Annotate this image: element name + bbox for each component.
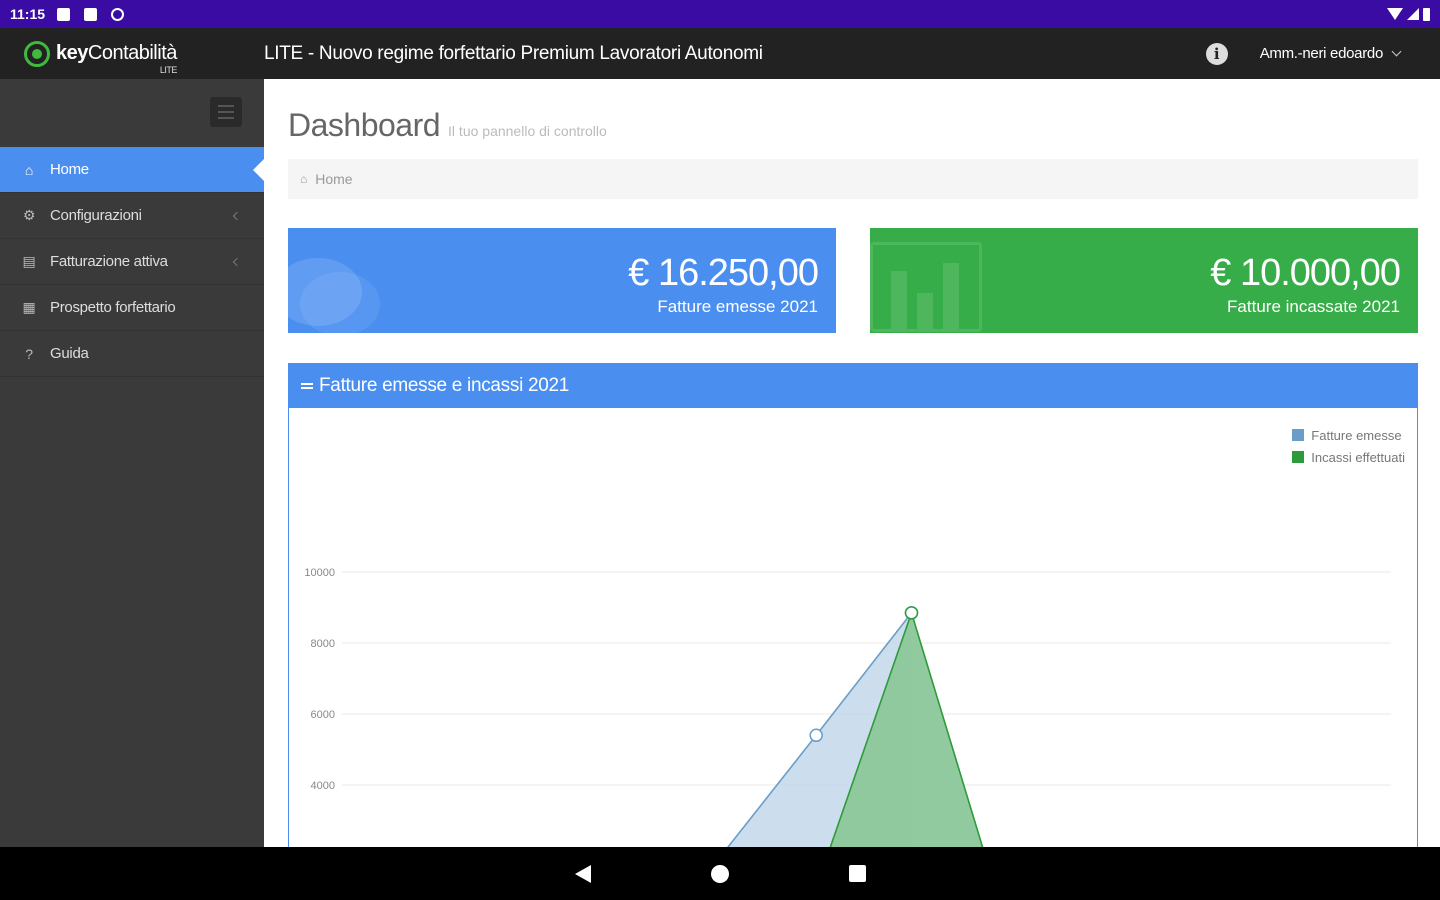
legend-swatch	[1292, 451, 1305, 463]
signal-icon	[1407, 8, 1419, 20]
breadcrumb-home[interactable]: Home	[315, 171, 352, 187]
sidebar-item-home[interactable]: ⌂ Home	[0, 147, 265, 193]
sidebar: ⌂ Home ⚙ Configurazioni ▤ Fatturazione a…	[0, 79, 265, 847]
app-logo[interactable]: keyContabilità LITE	[0, 40, 264, 75]
home-icon: ⌂	[24, 161, 34, 178]
stat-amount: € 10.000,00	[1210, 252, 1401, 294]
stat-box-issued[interactable]: € 16.250,00 Fatture emesse 2021	[288, 228, 836, 333]
battery-icon	[1423, 7, 1430, 21]
chart-area: 200040006000800010000 Fatture emesse Inc…	[289, 408, 1417, 847]
logo-text: keyContabilità LITE	[56, 42, 178, 75]
legend-label: Fatture emesse	[1311, 427, 1402, 443]
stat-label: Fatture incassate 2021	[1227, 297, 1400, 316]
data-point	[809, 728, 823, 743]
breadcrumb: ⌂ Home	[288, 159, 1418, 199]
sidebar-item-label: Guida	[50, 345, 89, 362]
logo-main: Contabilità	[87, 42, 178, 64]
sidebar-toggle-area	[0, 79, 264, 147]
main-content: Dashboard Il tuo pannello di controllo ⌂…	[264, 79, 1440, 847]
recents-icon[interactable]	[848, 865, 866, 882]
notification-icon	[57, 7, 71, 21]
logo-sub: LITE	[159, 65, 178, 75]
data-point	[904, 606, 919, 620]
y-tick-label: 8000	[311, 638, 335, 650]
android-status-bar: 11:15	[0, 0, 1440, 28]
home-icon: ⌂	[300, 172, 308, 186]
page-header: Dashboard Il tuo pannello di controllo	[288, 107, 607, 144]
sync-icon	[111, 7, 125, 21]
chevron-down-icon	[1391, 46, 1402, 57]
app-header: keyContabilità LITE LITE - Nuovo regime …	[0, 28, 1440, 79]
legend-item[interactable]: Fatture emesse	[1292, 424, 1405, 446]
info-icon[interactable]: i	[1205, 42, 1228, 65]
gears-icon: ⚙	[22, 207, 36, 223]
document-icon: ▤	[22, 253, 36, 269]
home-button-icon[interactable]	[710, 864, 729, 883]
sidebar-item-label: Home	[50, 161, 89, 178]
chart-panel: Fatture emesse e incassi 2021 2000400060…	[288, 363, 1418, 847]
sidebar-item-guida[interactable]: ? Guida	[0, 331, 264, 377]
stat-label: Fatture emesse 2021	[657, 297, 818, 316]
logo-prefix: key	[56, 42, 88, 64]
back-icon[interactable]	[574, 864, 591, 883]
stat-amount: € 16.250,00	[628, 252, 819, 294]
chart-legend: Fatture emesse Incassi effettuati	[1292, 424, 1405, 468]
legend-swatch	[1292, 429, 1305, 441]
sidebar-item-configurazioni[interactable]: ⚙ Configurazioni	[0, 193, 264, 239]
sidebar-item-prospetto-forfettario[interactable]: ▦ Prospetto forfettario	[0, 285, 264, 331]
page-title: Dashboard	[288, 107, 441, 143]
android-nav-bar	[0, 847, 1440, 900]
sidebar-item-label: Fatturazione attiva	[50, 253, 168, 270]
sidebar-item-label: Configurazioni	[50, 207, 142, 224]
chevron-left-icon	[232, 257, 242, 266]
question-icon: ?	[25, 345, 33, 362]
page-subtitle: Il tuo pannello di controllo	[448, 123, 607, 139]
app-title: LITE - Nuovo regime forfettario Premium …	[264, 42, 763, 64]
book-icon: ▦	[22, 299, 36, 315]
chart-panel-header: Fatture emesse e incassi 2021	[289, 364, 1417, 408]
user-menu[interactable]: Amm.-neri edoardo	[1259, 45, 1402, 62]
stat-box-collected[interactable]: € 10.000,00 Fatture incassate 2021	[870, 228, 1418, 333]
y-tick-label: 10000	[304, 567, 335, 579]
legend-item[interactable]: Incassi effettuati	[1292, 446, 1405, 468]
status-time: 11:15	[10, 6, 46, 22]
y-tick-label: 6000	[311, 709, 335, 721]
sidebar-item-label: Prospetto forfettario	[50, 299, 176, 316]
sd-card-icon	[84, 7, 98, 21]
hamburger-icon[interactable]	[210, 97, 242, 127]
chart-panel-title: Fatture emesse e incassi 2021	[319, 375, 570, 396]
y-tick-label: 4000	[311, 780, 335, 792]
bars-icon	[301, 383, 313, 389]
legend-label: Incassi effettuati	[1311, 449, 1405, 465]
chevron-left-icon	[232, 211, 242, 220]
area-chart: 200040006000800010000	[304, 567, 1391, 847]
user-name: Amm.-neri edoardo	[1259, 45, 1384, 62]
logo-icon	[24, 40, 50, 67]
wifi-icon	[1387, 8, 1403, 20]
sidebar-item-fatturazione-attiva[interactable]: ▤ Fatturazione attiva	[0, 239, 264, 285]
